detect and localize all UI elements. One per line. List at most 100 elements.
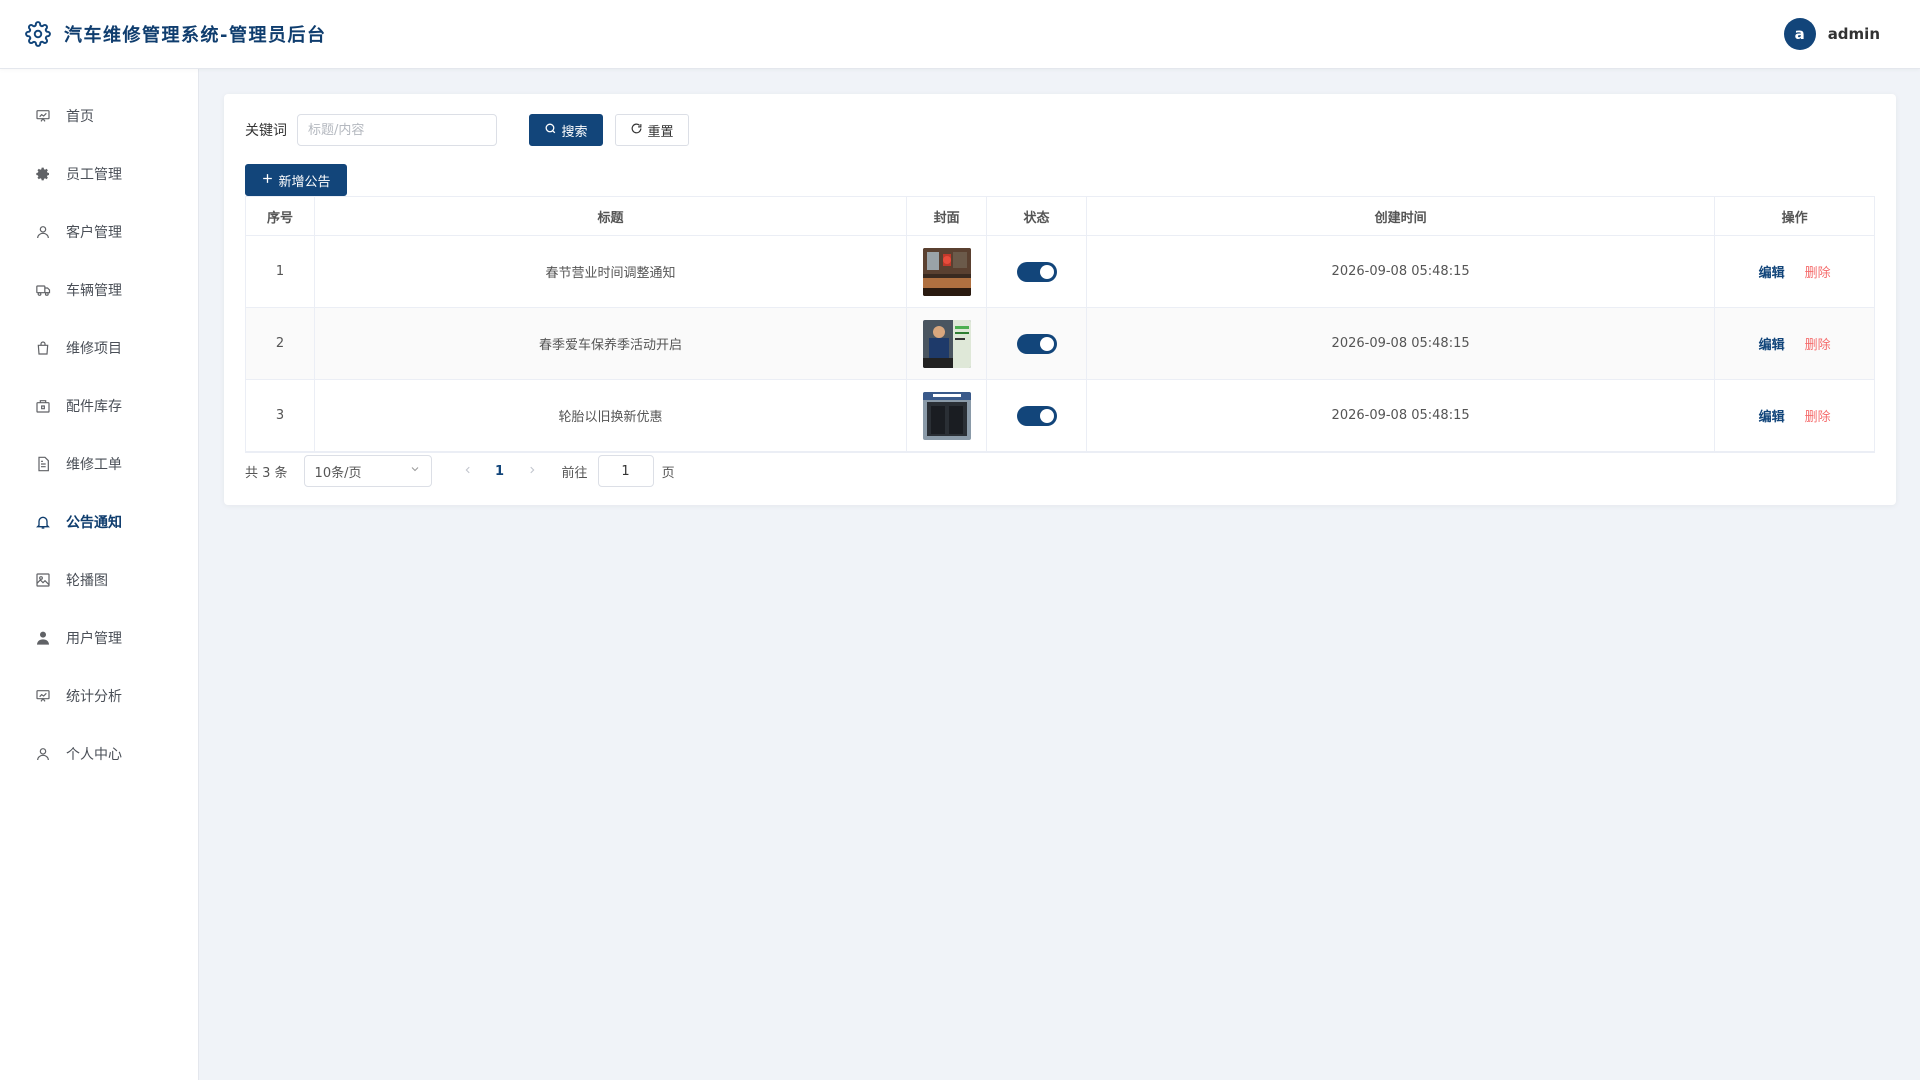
col-ops: 操作 <box>1781 210 1808 226</box>
user-outline-icon <box>34 745 52 763</box>
edit-button[interactable]: 编辑 <box>1759 406 1785 425</box>
row-created: 2026-09-08 05:48:15 <box>1087 380 1716 451</box>
row-title: 春节营业时间调整通知 <box>315 236 908 307</box>
sidebar-item-customers[interactable]: 客户管理 <box>0 203 198 261</box>
keyword-input[interactable] <box>297 114 497 146</box>
sidebar-item-parts-inventory[interactable]: 配件库存 <box>0 377 198 435</box>
row-created: 2026-09-08 05:48:15 <box>1087 236 1716 307</box>
sidebar-item-label: 维修项目 <box>66 341 122 357</box>
sidebar-item-home[interactable]: 首页 <box>0 87 198 145</box>
presentation-board-icon <box>34 107 52 125</box>
row-status <box>987 308 1087 379</box>
search-bar: 关键词 搜索 重置 <box>245 114 1875 146</box>
page-number-current[interactable]: 1 <box>490 464 510 479</box>
sidebar-item-label: 公告通知 <box>66 515 122 531</box>
sidebar-item-label: 维修工单 <box>66 457 122 473</box>
page-size-select[interactable]: 10条/页 <box>303 455 432 487</box>
sidebar-item-statistics[interactable]: 统计分析 <box>0 667 198 725</box>
col-created: 创建时间 <box>1087 197 1716 235</box>
sidebar-item-staff[interactable]: 员工管理 <box>0 145 198 203</box>
status-toggle[interactable] <box>1016 333 1057 354</box>
delete-button[interactable]: 删除 <box>1805 262 1831 281</box>
table-row: 2 春季爱车保养季活动开启 2026-09-08 05:48:15 编辑 删除 <box>246 308 1874 380</box>
username[interactable]: admin <box>1828 25 1880 43</box>
sidebar-item-carousel[interactable]: 轮播图 <box>0 551 198 609</box>
shopping-bag-icon <box>34 339 52 357</box>
chevron-left-icon <box>463 464 473 479</box>
status-toggle[interactable] <box>1016 261 1057 282</box>
bell-icon <box>34 513 52 531</box>
prev-page-button[interactable] <box>458 464 478 479</box>
col-title: 标题 <box>315 197 908 235</box>
delete-button[interactable]: 删除 <box>1805 406 1831 425</box>
row-index: 3 <box>246 380 315 451</box>
document-icon <box>34 455 52 473</box>
sidebar-item-label: 用户管理 <box>66 631 122 647</box>
sidebar-item-label: 客户管理 <box>66 225 122 241</box>
col-status: 状态 <box>987 197 1087 235</box>
announcement-table: 序号 标题 封面 状态 创建时间 操作 1 春节营业时间调整通知 2026-09… <box>245 196 1875 453</box>
row-status <box>987 380 1087 451</box>
table-row: 3 轮胎以旧换新优惠 2026-09-08 05:48:15 编辑 删除 <box>246 380 1874 452</box>
sidebar-item-users[interactable]: 用户管理 <box>0 609 198 667</box>
delete-button[interactable]: 删除 <box>1805 334 1831 353</box>
sidebar-item-announcements[interactable]: 公告通知 <box>0 493 198 551</box>
row-ops: 编辑 删除 <box>1715 236 1874 307</box>
row-ops: 编辑 删除 <box>1715 308 1874 379</box>
total-count: 共 3 条 <box>245 465 288 481</box>
chevron-down-icon <box>409 463 421 479</box>
picture-icon <box>34 571 52 589</box>
sidebar-item-repair-items[interactable]: 维修项目 <box>0 319 198 377</box>
user-menu[interactable]: a admin <box>1783 18 1880 50</box>
sidebar-item-label: 首页 <box>66 109 94 125</box>
row-index: 2 <box>246 308 315 379</box>
plus-icon <box>261 172 274 189</box>
reset-button-label: 重置 <box>647 124 674 140</box>
sidebar-item-label: 配件库存 <box>66 399 122 415</box>
sidebar-item-label: 车辆管理 <box>66 283 122 299</box>
top-header: 汽车维修管理系统-管理员后台 a admin <box>0 0 1920 69</box>
edit-button[interactable]: 编辑 <box>1759 334 1785 353</box>
announcement-panel: 关键词 搜索 重置 新增公告 序号 标题 封面 状态 创建时间 操作 <box>224 94 1896 505</box>
sidebar-item-label: 轮播图 <box>66 573 108 589</box>
row-cover <box>907 236 988 307</box>
table-header: 序号 标题 封面 状态 创建时间 操作 <box>246 197 1874 236</box>
user-filled-icon <box>34 629 52 647</box>
cog-icon <box>34 165 52 183</box>
sidebar-item-vehicles[interactable]: 车辆管理 <box>0 261 198 319</box>
search-icon <box>544 122 557 139</box>
row-created: 2026-09-08 05:48:15 <box>1087 308 1716 379</box>
col-cover: 封面 <box>907 197 988 235</box>
row-title: 春季爱车保养季活动开启 <box>315 308 908 379</box>
goto-suffix: 页 <box>661 465 675 481</box>
add-button-label: 新增公告 <box>278 174 331 190</box>
chevron-right-icon <box>527 464 537 479</box>
sidebar-item-work-orders[interactable]: 维修工单 <box>0 435 198 493</box>
next-page-button[interactable] <box>522 464 542 479</box>
gear-icon <box>24 20 52 48</box>
add-announcement-button[interactable]: 新增公告 <box>245 164 347 196</box>
search-button[interactable]: 搜索 <box>529 114 603 146</box>
row-title: 轮胎以旧换新优惠 <box>315 380 908 451</box>
cover-image[interactable] <box>922 319 971 368</box>
avatar[interactable]: a <box>1783 18 1816 50</box>
row-ops: 编辑 删除 <box>1715 380 1874 451</box>
table-row: 1 春节营业时间调整通知 2026-09-08 05:48:15 编辑 删除 <box>246 236 1874 308</box>
edit-button[interactable]: 编辑 <box>1759 262 1785 281</box>
goto-page-input[interactable] <box>597 455 654 487</box>
cover-image[interactable] <box>922 247 971 296</box>
row-index: 1 <box>246 236 315 307</box>
refresh-icon <box>630 122 643 139</box>
row-cover <box>907 308 988 379</box>
search-button-label: 搜索 <box>561 124 588 140</box>
user-outline-icon <box>34 223 52 241</box>
cover-image[interactable] <box>922 391 971 440</box>
goto-prefix: 前往 <box>561 465 588 481</box>
sidebar-item-label: 员工管理 <box>66 167 122 183</box>
sidebar-item-profile[interactable]: 个人中心 <box>0 725 198 783</box>
reset-button[interactable]: 重置 <box>615 114 689 146</box>
box-icon <box>34 397 52 415</box>
pagination: 共 3 条 10条/页 1 前往 页 <box>245 455 1875 487</box>
status-toggle[interactable] <box>1016 405 1057 426</box>
col-index: 序号 <box>246 197 315 235</box>
